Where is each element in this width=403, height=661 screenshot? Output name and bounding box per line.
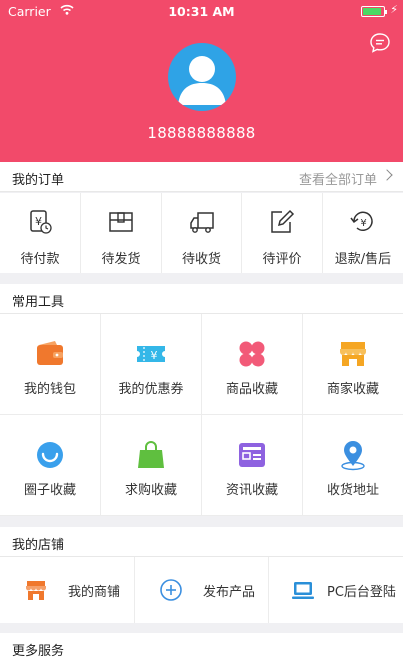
add-icon: [160, 579, 182, 601]
battery-icon: [361, 6, 387, 17]
status-bar: Carrier 10:31 AM ⚡: [0, 0, 403, 22]
user-phone[interactable]: 18888888888: [0, 124, 403, 142]
tool-label: 我的钱包: [23, 382, 76, 397]
shop-header: 我的店铺: [0, 527, 403, 557]
user-icon: [178, 56, 226, 105]
tool-label: 收货地址: [326, 483, 379, 498]
tool-shipping-address[interactable]: 收货地址: [303, 415, 403, 516]
chevron-right-icon[interactable]: [381, 169, 393, 181]
tool-label: 圈子收藏: [23, 483, 76, 498]
shop-label: 我的商铺: [68, 585, 121, 600]
more-services-header[interactable]: 更多服务: [0, 633, 403, 661]
tool-wanted-favorites[interactable]: 求购收藏: [101, 415, 202, 516]
svg-text:¥: ¥: [151, 349, 158, 362]
tool-coupons[interactable]: ¥ 我的优惠券: [101, 314, 202, 415]
shopping-bag-icon: [138, 441, 164, 468]
tool-news-favorites[interactable]: 资讯收藏: [202, 415, 303, 516]
order-label: 待收货: [181, 252, 221, 267]
pending-shipment-icon: [109, 212, 133, 232]
order-pending-payment[interactable]: ¥ 待付款: [0, 193, 81, 273]
store-favorites-icon: [340, 342, 366, 366]
order-pending-shipment[interactable]: 待发货: [81, 193, 162, 273]
shop-my-store[interactable]: 我的商铺: [0, 557, 135, 623]
view-all-orders-link[interactable]: 查看全部订单: [299, 169, 377, 188]
order-pending-receipt[interactable]: 待收货: [162, 193, 242, 273]
shop-title: 我的店铺: [12, 538, 65, 553]
svg-text:¥: ¥: [360, 218, 366, 229]
tool-store-favorites[interactable]: 商家收藏: [303, 314, 403, 415]
battery-level: [363, 8, 381, 15]
orders-bar: ¥ 待付款 待发货 待收货 待评价 ¥ 退款/售后: [0, 193, 403, 273]
order-label: 待发货: [101, 252, 141, 267]
news-icon: [239, 443, 265, 467]
computer-icon: [292, 582, 314, 599]
tool-label: 求购收藏: [124, 483, 177, 498]
refund-icon: ¥: [350, 211, 373, 232]
orders-title: 我的订单: [12, 173, 65, 188]
order-label: 待评价: [262, 252, 302, 267]
tools-grid: 我的钱包 ¥ 我的优惠券 商品收藏 商家收藏 圈子收藏 求购收藏 资讯收藏 收货…: [0, 314, 403, 516]
wallet-icon: [37, 341, 63, 365]
pending-receipt-icon: [189, 212, 214, 233]
location-icon: [341, 441, 365, 471]
shop-label: 发布产品: [203, 585, 256, 600]
orders-header: 我的订单 查看全部订单: [0, 162, 403, 192]
pending-payment-icon: ¥: [30, 210, 52, 234]
circle-favorites-icon: [37, 442, 63, 468]
profile-header: Carrier 10:31 AM ⚡ 18888888888: [0, 0, 403, 162]
pending-review-icon: [271, 209, 295, 233]
shop-publish-product[interactable]: 发布产品: [135, 557, 269, 623]
product-favorites-icon: [239, 341, 265, 367]
shop-bar: 我的商铺 发布产品 PC后台登陆: [0, 557, 403, 623]
tool-label: 商家收藏: [326, 382, 379, 397]
tool-label: 商品收藏: [225, 382, 278, 397]
order-pending-review[interactable]: 待评价: [242, 193, 323, 273]
order-label: 待付款: [20, 252, 60, 267]
tool-label: 我的优惠券: [118, 382, 184, 397]
order-label: 退款/售后: [334, 252, 392, 267]
coupon-icon: ¥: [137, 346, 165, 362]
tool-wallet[interactable]: 我的钱包: [0, 314, 101, 415]
tool-product-favorites[interactable]: 商品收藏: [202, 314, 303, 415]
avatar[interactable]: [168, 43, 236, 111]
shop-pc-login[interactable]: PC后台登陆: [269, 557, 403, 623]
tool-label: 资讯收藏: [225, 483, 278, 498]
clock-label: 10:31 AM: [168, 4, 235, 19]
message-icon[interactable]: [369, 32, 391, 54]
tool-circle-favorites[interactable]: 圈子收藏: [0, 415, 101, 516]
tools-header: 常用工具: [0, 284, 403, 314]
order-refund[interactable]: ¥ 退款/售后: [323, 193, 403, 273]
shop-icon: [26, 581, 46, 600]
charging-icon: ⚡: [390, 3, 398, 16]
more-services-title: 更多服务: [12, 644, 65, 659]
shop-label: PC后台登陆: [327, 585, 396, 600]
tools-title: 常用工具: [12, 295, 65, 310]
